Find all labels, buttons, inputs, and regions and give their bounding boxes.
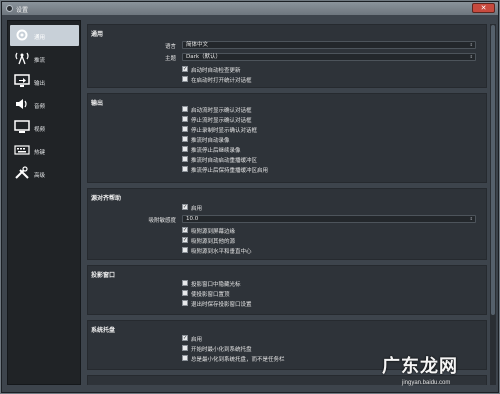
checkbox-box bbox=[182, 355, 188, 361]
checkbox-box bbox=[182, 345, 188, 351]
general-section: 通用 语言 简体中文 ⇕ 主题 Dark（默认） ⇕ ✓ 启动时自动检查更新 在… bbox=[87, 24, 487, 88]
checkbox-box bbox=[182, 146, 188, 152]
projector-section: 投影窗口 投影窗口中隐藏光标 使投影窗口置顶 退出时保存投影窗口设置 bbox=[87, 265, 487, 315]
sidebar-item-label: 高级 bbox=[34, 173, 46, 179]
sensitivity-label: 吸附敏感度 bbox=[148, 218, 176, 224]
checkbox-label: 推流时自动录像 bbox=[191, 138, 230, 144]
close-button[interactable]: ✕ bbox=[472, 3, 495, 13]
language-select[interactable]: 简体中文 ⇕ bbox=[182, 41, 476, 49]
theme-select[interactable]: Dark（默认） ⇕ bbox=[182, 53, 476, 61]
checkbox-label: 退出时保存投影窗口设置 bbox=[191, 302, 252, 308]
checkbox-label: 总是最小化到系统托盘，而不是任务栏 bbox=[191, 357, 285, 363]
updown-icon: ⇕ bbox=[469, 42, 473, 47]
section-title: 通用 bbox=[91, 31, 104, 38]
sidebar-item-label: 热键 bbox=[34, 150, 46, 156]
checkbox-box: ✓ bbox=[182, 335, 188, 341]
output-section: 输出 启动流时显示确认对话框 停止流时显示确认对话框 停止录制时显示确认对话框 … bbox=[87, 93, 487, 183]
display-icon bbox=[14, 120, 30, 133]
gear-icon bbox=[16, 29, 28, 41]
checkbox-box: ✓ bbox=[182, 227, 188, 233]
checkbox-box bbox=[182, 290, 188, 296]
sidebar-item-output[interactable]: 输出 bbox=[10, 71, 79, 92]
checkbox-label: 吸附源到其他的源 bbox=[191, 239, 236, 245]
theme-value: Dark（默认） bbox=[186, 54, 222, 60]
checkbox-label: 在启动时打开统计对话框 bbox=[191, 78, 252, 84]
checkbox-box: ✓ bbox=[182, 237, 188, 243]
checkbox-box bbox=[182, 300, 188, 306]
speaker-icon bbox=[16, 99, 27, 109]
sidebar-item-label: 视频 bbox=[34, 127, 46, 133]
sensitivity-spinbox[interactable]: 10.0 ⇕ bbox=[182, 215, 476, 223]
watermark-text: 广东龙网 bbox=[382, 356, 458, 377]
obs-logo-icon bbox=[6, 5, 13, 12]
checkbox-box bbox=[182, 116, 188, 122]
settings-window: 设置 ✕ 通用 推流 输出 音频 视频 热键 高级 通用 语言 简体中文 ⇕ 主… bbox=[1, 1, 499, 393]
checkbox-label: 启动时自动检查更新 bbox=[191, 68, 241, 74]
sidebar-item-label: 输出 bbox=[34, 81, 46, 87]
checkbox-label: 吸附源到屏幕边缘 bbox=[191, 229, 236, 235]
checkbox-box bbox=[182, 156, 188, 162]
updown-icon: ⇕ bbox=[469, 54, 473, 59]
checkbox-label: 推流停止后保持重播缓冲区启用 bbox=[191, 168, 269, 174]
checkbox-label: 开始时最小化到系统托盘 bbox=[191, 347, 252, 353]
sensitivity-value: 10.0 bbox=[186, 216, 199, 222]
window-title: 设置 bbox=[16, 7, 29, 14]
checkbox-box bbox=[182, 136, 188, 142]
checkbox-label: 启动流时显示确认对话框 bbox=[191, 108, 252, 114]
sidebar-item-video[interactable]: 视频 bbox=[10, 117, 79, 138]
title-bar: 设置 ✕ bbox=[2, 2, 498, 15]
checkbox-label: 启用 bbox=[191, 337, 203, 343]
settings-content: 通用 语言 简体中文 ⇕ 主题 Dark（默认） ⇕ ✓ 启动时自动检查更新 在… bbox=[87, 24, 487, 385]
checkbox-label: 推流时自动启动重播缓冲区 bbox=[191, 158, 258, 164]
theme-label: 主题 bbox=[164, 56, 176, 62]
sidebar-item-label: 推流 bbox=[34, 58, 46, 64]
settings-sidebar: 通用 推流 输出 音频 视频 热键 高级 bbox=[7, 20, 81, 385]
sidebar-item-hotkeys[interactable]: 热键 bbox=[10, 140, 79, 161]
sidebar-item-stream[interactable]: 推流 bbox=[10, 48, 79, 69]
section-title: 投影窗口 bbox=[91, 272, 116, 279]
checkbox-box: ✓ bbox=[182, 66, 188, 72]
content-scrollbar[interactable] bbox=[490, 24, 496, 385]
spin-arrows-icon: ⇕ bbox=[469, 216, 473, 221]
antenna-icon bbox=[15, 52, 29, 65]
checkbox-box bbox=[182, 247, 188, 253]
checkbox-label: 停止录制时显示确认对话框 bbox=[191, 128, 258, 134]
watermark: 广东龙网 jingyan.baidu.com bbox=[382, 352, 500, 394]
watermark-url: jingyan.baidu.com bbox=[402, 380, 451, 386]
sidebar-item-general[interactable]: 通用 bbox=[10, 25, 79, 46]
section-title: 系统托盘 bbox=[91, 327, 116, 334]
monitor-output-icon bbox=[14, 74, 30, 87]
scrollbar-thumb[interactable] bbox=[491, 25, 495, 315]
sidebar-item-advanced[interactable]: 高级 bbox=[10, 163, 79, 184]
checkbox-label: 吸附源到水平和垂直中心 bbox=[191, 249, 252, 255]
checkbox-box bbox=[182, 166, 188, 172]
checkbox-label: 推流停止后继续录像 bbox=[191, 148, 241, 154]
checkbox-box bbox=[182, 106, 188, 112]
tools-icon bbox=[15, 166, 29, 179]
sidebar-item-label: 通用 bbox=[34, 35, 46, 41]
keyboard-icon bbox=[14, 145, 30, 155]
checkbox-box bbox=[182, 76, 188, 82]
snap-section: 源对齐帮助 ✓ 启用 吸附敏感度 10.0 ⇕ ✓ 吸附源到屏幕边缘 ✓ 吸附源到其他… bbox=[87, 188, 487, 260]
checkbox-box bbox=[182, 126, 188, 132]
section-title: 源对齐帮助 bbox=[91, 195, 122, 202]
checkbox-label: 停止流时显示确认对话框 bbox=[191, 118, 252, 124]
language-value: 简体中文 bbox=[186, 42, 209, 48]
checkbox-box: ✓ bbox=[182, 204, 188, 210]
sidebar-item-audio[interactable]: 音频 bbox=[10, 94, 79, 115]
language-label: 语言 bbox=[164, 44, 176, 50]
checkbox-label: 使投影窗口置顶 bbox=[191, 292, 230, 298]
checkbox-label: 启用 bbox=[191, 206, 203, 212]
checkbox-box bbox=[182, 280, 188, 286]
checkbox-label: 投影窗口中隐藏光标 bbox=[191, 282, 241, 288]
section-title: 输出 bbox=[91, 100, 104, 107]
sidebar-item-label: 音频 bbox=[34, 104, 46, 110]
